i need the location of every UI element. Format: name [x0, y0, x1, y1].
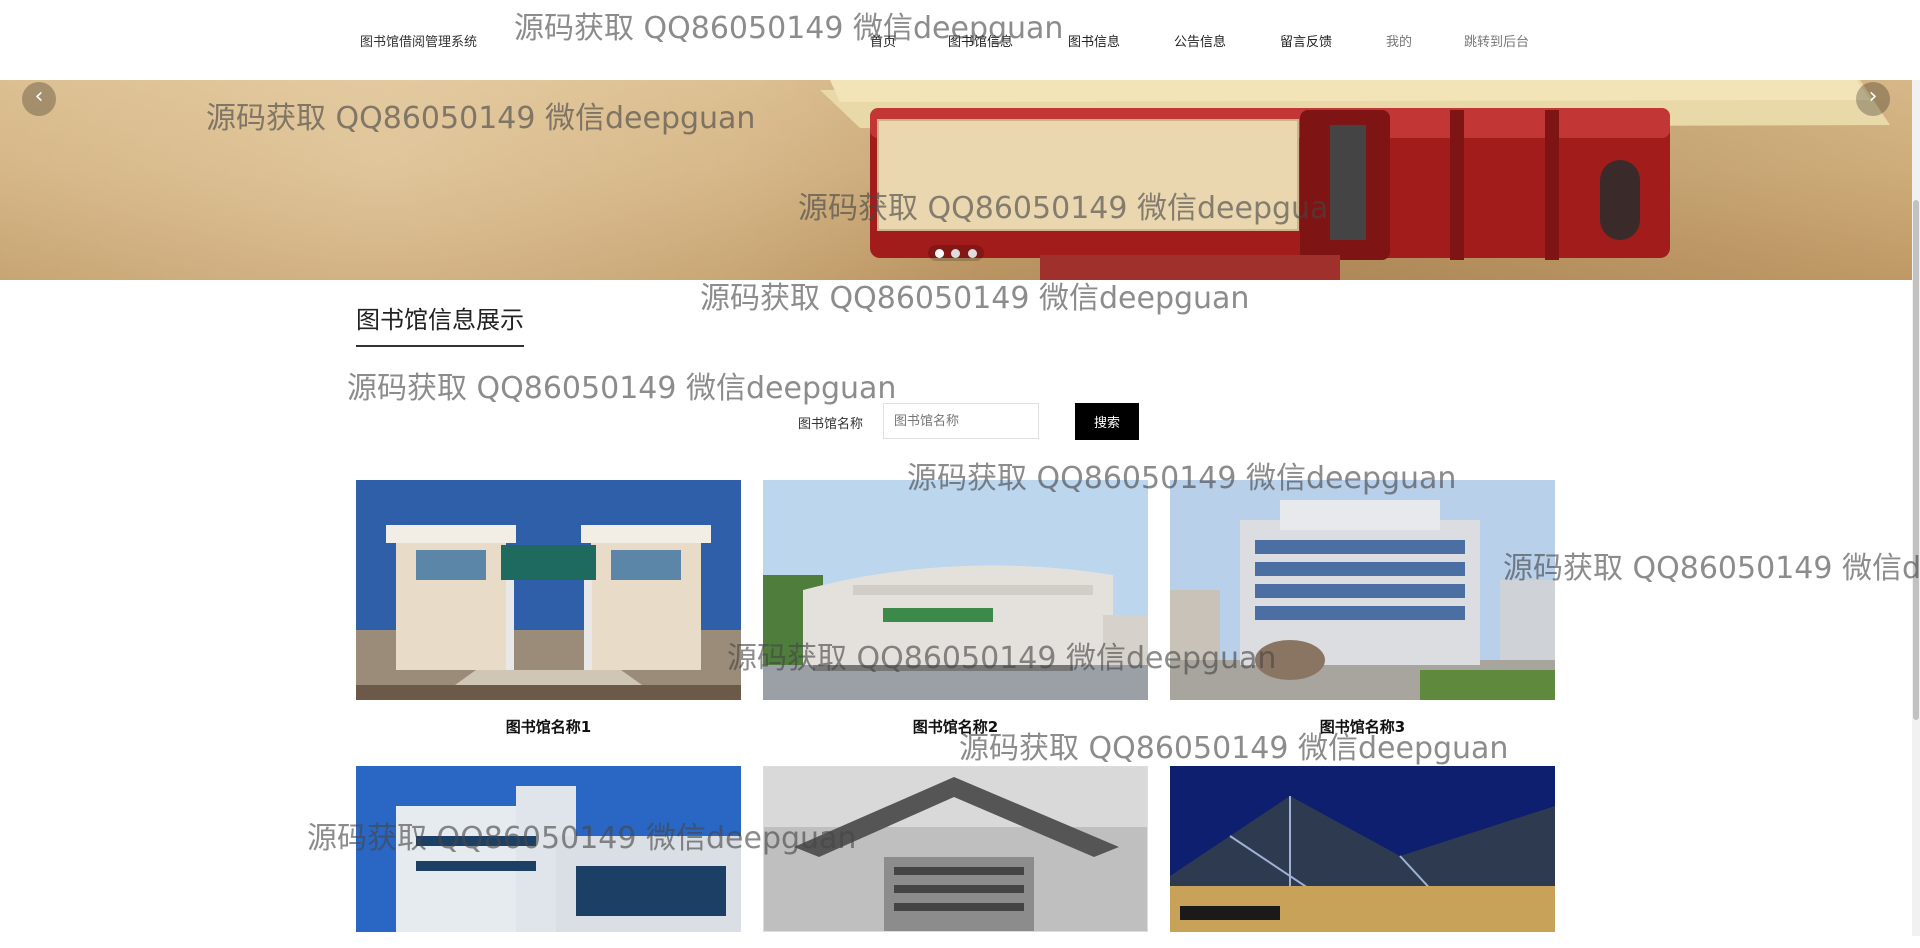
library-card[interactable]: 图书馆名称1 [356, 480, 741, 737]
nav-announcements[interactable]: 公告信息 [1174, 31, 1226, 50]
watermark-text: 源码获取 QQ86050149 微信deepguan [347, 371, 897, 406]
nav-book-info[interactable]: 图书信息 [1068, 31, 1120, 50]
chevron-right-icon: › [1868, 84, 1878, 109]
library-image[interactable] [1170, 480, 1555, 700]
library-card[interactable]: 图书馆名称3 [1170, 480, 1555, 737]
hero-carousel[interactable]: ‹ › [0, 80, 1912, 280]
search-button[interactable]: 搜索 [1075, 403, 1139, 440]
scrollbar-thumb[interactable] [1913, 200, 1919, 720]
watermark-text: 源码获取 QQ86050149 微信deepguan [1503, 551, 1920, 586]
library-card[interactable] [1170, 766, 1555, 948]
library-image[interactable] [356, 480, 741, 700]
carousel-prev-button[interactable]: ‹ [22, 82, 56, 116]
chevron-left-icon: ‹ [34, 84, 44, 109]
main-nav: 首页 图书馆信息 图书信息 公告信息 留言反馈 我的 跳转到后台 [0, 31, 1920, 51]
library-card-title[interactable]: 图书馆名称1 [356, 716, 741, 737]
nav-feedback[interactable]: 留言反馈 [1280, 31, 1332, 50]
nav-library-info[interactable]: 图书馆信息 [948, 31, 1013, 50]
library-card[interactable]: 图书馆名称2 [763, 480, 1148, 737]
carousel-dot-2[interactable] [951, 249, 960, 258]
nav-home[interactable]: 首页 [870, 31, 896, 50]
carousel-dot-3[interactable] [968, 249, 977, 258]
carousel-next-button[interactable]: › [1856, 82, 1890, 116]
carousel-pagination [928, 245, 984, 261]
library-image[interactable] [1170, 766, 1555, 932]
carousel-dot-1[interactable] [935, 249, 944, 258]
library-card[interactable] [763, 766, 1148, 948]
library-image[interactable] [356, 766, 741, 932]
library-name-search-input[interactable] [883, 403, 1039, 439]
page-scrollbar[interactable] [1912, 80, 1920, 936]
library-card[interactable] [356, 766, 741, 948]
section-title: 图书馆信息展示 [356, 300, 524, 347]
top-navbar: 图书馆借阅管理系统 首页 图书馆信息 图书信息 公告信息 留言反馈 我的 跳转到… [0, 0, 1920, 80]
nav-admin[interactable]: 跳转到后台 [1464, 31, 1529, 50]
library-image[interactable] [763, 480, 1148, 700]
library-card-title[interactable]: 图书馆名称2 [763, 716, 1148, 737]
nav-mine[interactable]: 我的 [1386, 31, 1412, 50]
search-label: 图书馆名称 [798, 417, 864, 432]
library-image[interactable] [763, 766, 1148, 932]
library-card-title[interactable]: 图书馆名称3 [1170, 716, 1555, 737]
